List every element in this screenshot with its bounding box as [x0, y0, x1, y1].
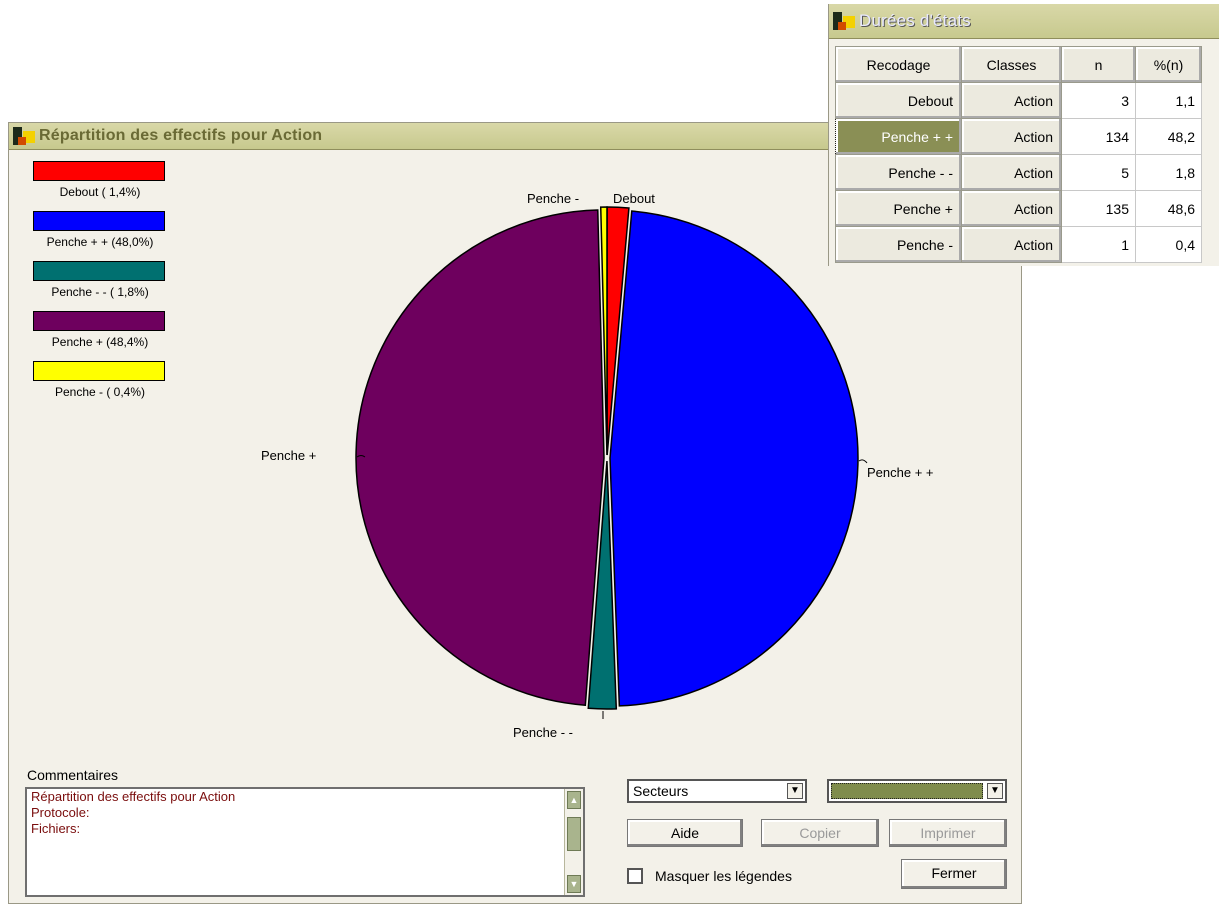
cell-recodage[interactable]: Debout [835, 82, 962, 119]
chart-type-value: Secteurs [633, 783, 689, 799]
color-select-value [831, 783, 983, 799]
scroll-up-icon[interactable]: ▲ [567, 791, 581, 809]
comments-textarea[interactable]: Répartition des effectifs pour Action Pr… [25, 787, 585, 897]
header-pct[interactable]: %(n) [1135, 46, 1202, 83]
durees-window-title: Durées d'états [859, 11, 971, 30]
app-logo-icon [833, 12, 855, 30]
header-n[interactable]: n [1061, 46, 1136, 83]
cell-n[interactable]: 5 [1061, 154, 1136, 191]
masquer-legendes-checkbox[interactable] [627, 868, 643, 884]
table-row[interactable]: Penche + + Action 134 48,2 [835, 118, 1202, 155]
table-header-row: Recodage Classes n %(n) [835, 46, 1202, 83]
pie-slice-penche- [355, 209, 605, 707]
copier-button[interactable]: Copier [761, 819, 879, 847]
header-recodage[interactable]: Recodage [835, 46, 962, 83]
cell-pct[interactable]: 48,2 [1135, 118, 1202, 155]
fermer-button[interactable]: Fermer [901, 859, 1007, 889]
pie-label-penche-mm: Penche - - [513, 725, 573, 740]
chart-type-select[interactable]: Secteurs ▼ [627, 779, 807, 803]
cell-pct[interactable]: 0,4 [1135, 226, 1202, 263]
cell-classes[interactable]: Action [961, 118, 1062, 155]
chevron-down-icon[interactable]: ▼ [787, 783, 803, 799]
color-select[interactable]: ▼ [827, 779, 1007, 803]
cell-classes[interactable]: Action [961, 154, 1062, 191]
cell-pct[interactable]: 48,6 [1135, 190, 1202, 227]
cell-pct[interactable]: 1,8 [1135, 154, 1202, 191]
cell-pct[interactable]: 1,1 [1135, 82, 1202, 119]
masquer-legendes-label: Masquer les légendes [655, 868, 792, 884]
durees-window: Durées d'états Recodage Classes n %(n) D… [828, 4, 1219, 266]
comments-scrollbar[interactable]: ▲ ▼ [564, 789, 583, 895]
aide-button[interactable]: Aide [627, 819, 743, 847]
cell-n[interactable]: 134 [1061, 118, 1136, 155]
cell-classes[interactable]: Action [961, 190, 1062, 227]
cell-recodage[interactable]: Penche + [835, 190, 962, 227]
comment-line: Répartition des effectifs pour Action [31, 789, 236, 804]
scroll-down-icon[interactable]: ▼ [567, 875, 581, 893]
pie-label-penche-m: Penche - [527, 191, 579, 206]
durees-window-titlebar[interactable]: Durées d'états [829, 4, 1219, 39]
pie-label-penche-p: Penche + [261, 448, 316, 463]
pie-label-debout: Debout [613, 191, 655, 206]
scroll-thumb[interactable] [567, 817, 581, 851]
cell-n[interactable]: 1 [1061, 226, 1136, 263]
cell-recodage[interactable]: Penche - [835, 226, 962, 263]
cell-classes[interactable]: Action [961, 226, 1062, 263]
leader-penche-pp [858, 459, 868, 464]
cell-n[interactable]: 135 [1061, 190, 1136, 227]
table-row[interactable]: Penche - - Action 5 1,8 [835, 154, 1202, 191]
table-row[interactable]: Penche - Action 1 0,4 [835, 226, 1202, 263]
cell-recodage[interactable]: Penche - - [835, 154, 962, 191]
chevron-down-icon[interactable]: ▼ [987, 783, 1003, 799]
cell-recodage-selected[interactable]: Penche + + [835, 118, 962, 155]
header-classes[interactable]: Classes [961, 46, 1062, 83]
imprimer-button[interactable]: Imprimer [889, 819, 1007, 847]
pie-slice-penche- [609, 210, 859, 707]
table-row[interactable]: Debout Action 3 1,1 [835, 82, 1202, 119]
cell-classes[interactable]: Action [961, 82, 1062, 119]
comment-line: Fichiers: [31, 821, 81, 836]
comments-label: Commentaires [27, 767, 119, 783]
pie-label-penche-pp: Penche + + [867, 465, 934, 480]
comment-line: Protocole: [31, 805, 90, 820]
durees-table: Recodage Classes n %(n) Debout Action 3 … [835, 46, 1202, 263]
cell-n[interactable]: 3 [1061, 82, 1136, 119]
table-row[interactable]: Penche + Action 135 48,6 [835, 190, 1202, 227]
